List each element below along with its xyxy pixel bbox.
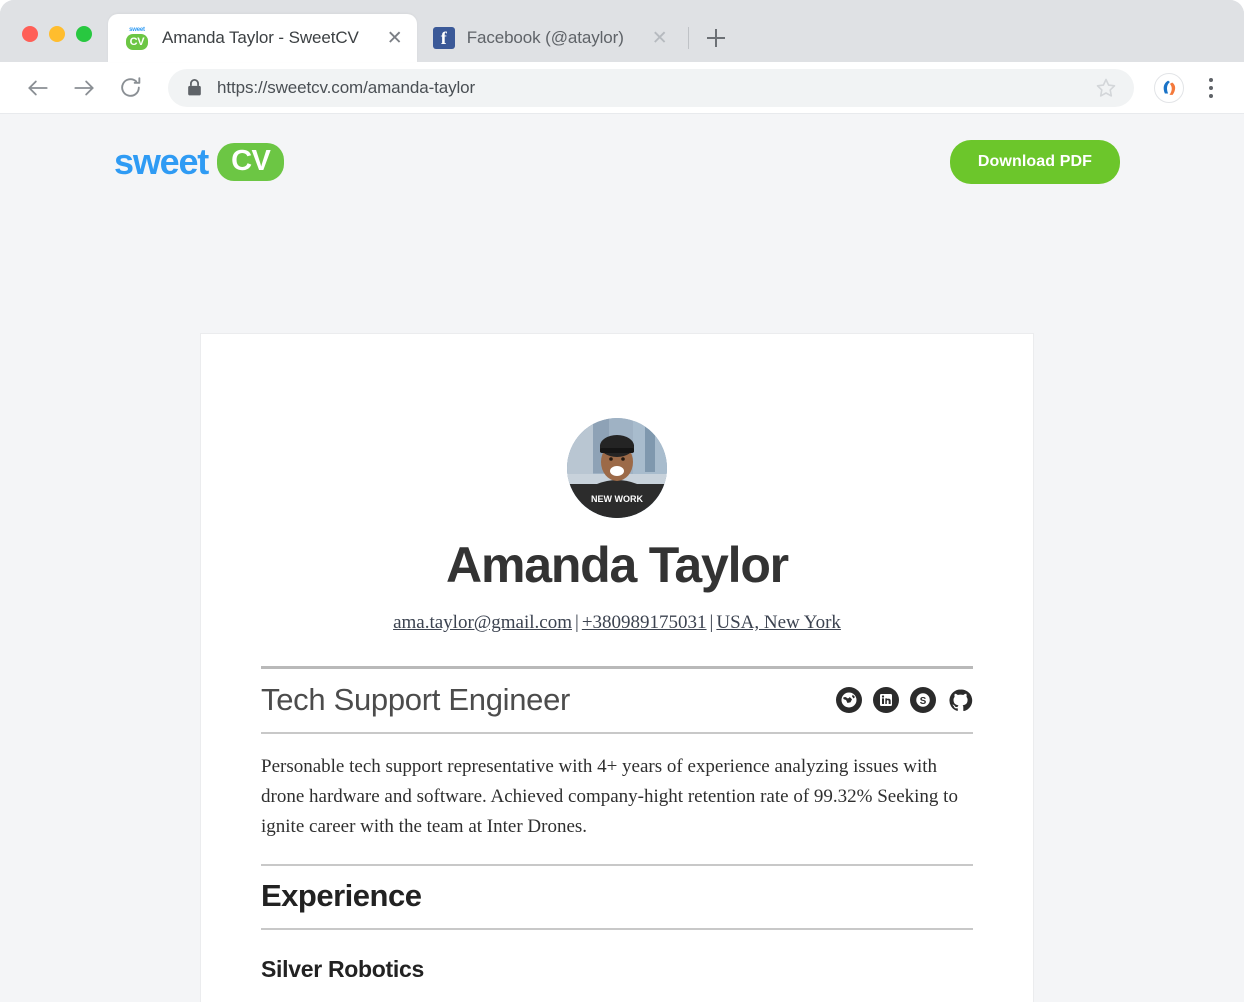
sweetcv-favicon-icon: sweet CV — [124, 24, 150, 52]
svg-text:NEW WORK: NEW WORK — [591, 494, 643, 504]
phone-link[interactable]: +380989175031 — [582, 612, 707, 633]
experience-item: Silver Robotics Tier 2 Tech Support Spec… — [261, 930, 973, 1002]
linkedin-glyph — [880, 694, 892, 706]
location-link[interactable]: USA, New York — [716, 612, 841, 633]
profile-photo-image: NEW WORK — [567, 418, 667, 518]
close-window-button[interactable] — [22, 26, 38, 42]
contact-separator: | — [575, 612, 579, 633]
browser-menu-button[interactable] — [1196, 68, 1226, 108]
email-link[interactable]: ama.taylor@gmail.com — [393, 612, 572, 633]
site-header: sweet CV Download PDF — [0, 114, 1244, 210]
tab-strip: sweet CV Amanda Taylor - SweetCV ✕ f Fac… — [0, 0, 1244, 62]
arrow-left-icon — [28, 80, 48, 95]
cv-summary: Personable tech support representative w… — [261, 756, 958, 837]
svg-text:S: S — [920, 696, 927, 707]
menu-dot — [1209, 85, 1213, 90]
job-company: Silver Robotics — [261, 956, 424, 982]
back-button[interactable] — [18, 68, 58, 108]
forward-button[interactable] — [64, 68, 104, 108]
tab-title: Facebook (@ataylor) — [466, 28, 624, 47]
minimize-window-button[interactable] — [49, 26, 65, 42]
arrow-right-icon — [74, 80, 94, 95]
tab-amanda-taylor-sweetcv[interactable]: sweet CV Amanda Taylor - SweetCV ✕ — [108, 14, 417, 62]
maximize-window-button[interactable] — [76, 26, 92, 42]
favicon-badge: CV — [125, 33, 149, 50]
tab-facebook[interactable]: f Facebook (@ataylor) ✕ — [417, 14, 682, 62]
linkedin-icon[interactable] — [873, 687, 899, 713]
tab-divider — [687, 27, 689, 49]
cv-job-title: Tech Support Engineer — [261, 682, 571, 717]
cv-document-card: NEW WORK Amanda Taylor ama.taylor@gmail.… — [201, 334, 1033, 1002]
tab-title: Amanda Taylor - SweetCV — [162, 28, 359, 47]
lock-icon — [188, 79, 201, 96]
contact-line: ama.taylor@gmail.com | +380989175031 | USA, … — [261, 610, 973, 636]
tab-close-icon[interactable]: ✕ — [371, 29, 403, 48]
logo-word: sweet — [114, 141, 209, 182]
window-controls — [14, 26, 108, 62]
new-tab-button[interactable] — [699, 21, 733, 55]
star-icon[interactable] — [1094, 76, 1118, 100]
download-pdf-button[interactable]: Download PDF — [949, 140, 1120, 184]
browser-toolbar: https://sweetcv.com/amanda-taylor — [0, 62, 1244, 114]
logo-badge: CV — [217, 143, 285, 181]
avatar: NEW WORK — [567, 418, 667, 518]
sweetcv-logo[interactable]: sweet CV — [114, 141, 285, 183]
menu-dot — [1209, 77, 1213, 82]
globe-glyph — [841, 692, 857, 708]
reload-button[interactable] — [110, 68, 150, 108]
section-title-experience: Experience — [261, 878, 422, 913]
website-icon[interactable] — [836, 687, 862, 713]
url-text[interactable]: https://sweetcv.com/amanda-taylor — [217, 78, 1080, 98]
skype-glyph: S — [916, 693, 930, 707]
github-icon[interactable] — [947, 687, 973, 713]
page-title: Amanda Taylor — [446, 537, 789, 593]
reload-icon — [120, 77, 140, 97]
tab-close-icon[interactable]: ✕ — [636, 29, 668, 48]
skype-icon[interactable]: S — [910, 687, 936, 713]
contact-separator: | — [709, 612, 714, 633]
facebook-favicon-icon: f — [432, 27, 455, 49]
github-glyph — [948, 689, 972, 711]
address-bar[interactable]: https://sweetcv.com/amanda-taylor — [168, 68, 1134, 107]
extension-logo-icon — [1163, 80, 1176, 95]
menu-dot — [1209, 93, 1213, 98]
social-links: S — [836, 687, 973, 713]
favicon-word: sweet — [129, 26, 145, 33]
page-content: sweet CV Download PDF NEW WORK Amanda Ta… — [0, 114, 1244, 1002]
extension-icon[interactable] — [1154, 72, 1184, 103]
job-title-row: Tech Support Engineer S — [261, 669, 973, 732]
browser-window: sweet CV Amanda Taylor - SweetCV ✕ f Fac… — [0, 0, 1244, 1002]
